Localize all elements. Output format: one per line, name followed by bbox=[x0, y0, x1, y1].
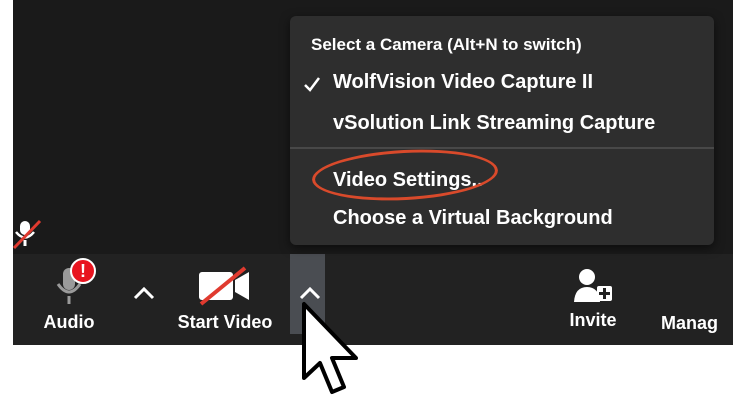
camera-option-wolfvision[interactable]: WolfVision Video Capture II bbox=[333, 71, 593, 94]
start-video-button[interactable]: Start Video bbox=[172, 266, 278, 333]
mouse-pointer-icon bbox=[302, 302, 358, 394]
camera-menu: Select a Camera (Alt+N to switch) WolfVi… bbox=[290, 16, 714, 245]
video-off-icon bbox=[199, 266, 249, 306]
invite-label: Invite bbox=[569, 310, 617, 330]
camera-menu-header: Select a Camera (Alt+N to switch) bbox=[311, 35, 582, 54]
invite-button[interactable]: Invite bbox=[560, 268, 626, 331]
muted-mic-icon bbox=[12, 219, 42, 250]
menu-divider bbox=[290, 147, 714, 149]
manage-label: Manag bbox=[661, 313, 719, 333]
manage-participants-button[interactable]: Manag bbox=[661, 313, 733, 334]
checkmark-icon bbox=[304, 77, 320, 92]
add-user-icon bbox=[574, 269, 612, 302]
virtual-background-item[interactable]: Choose a Virtual Background bbox=[333, 207, 613, 230]
audio-options-chevron-up-icon[interactable] bbox=[131, 284, 157, 302]
audio-label: Audio bbox=[43, 312, 95, 332]
start-video-label: Start Video bbox=[177, 312, 273, 332]
audio-alert-badge: ! bbox=[70, 258, 96, 284]
camera-option-vsolution[interactable]: vSolution Link Streaming Capture bbox=[333, 112, 655, 135]
